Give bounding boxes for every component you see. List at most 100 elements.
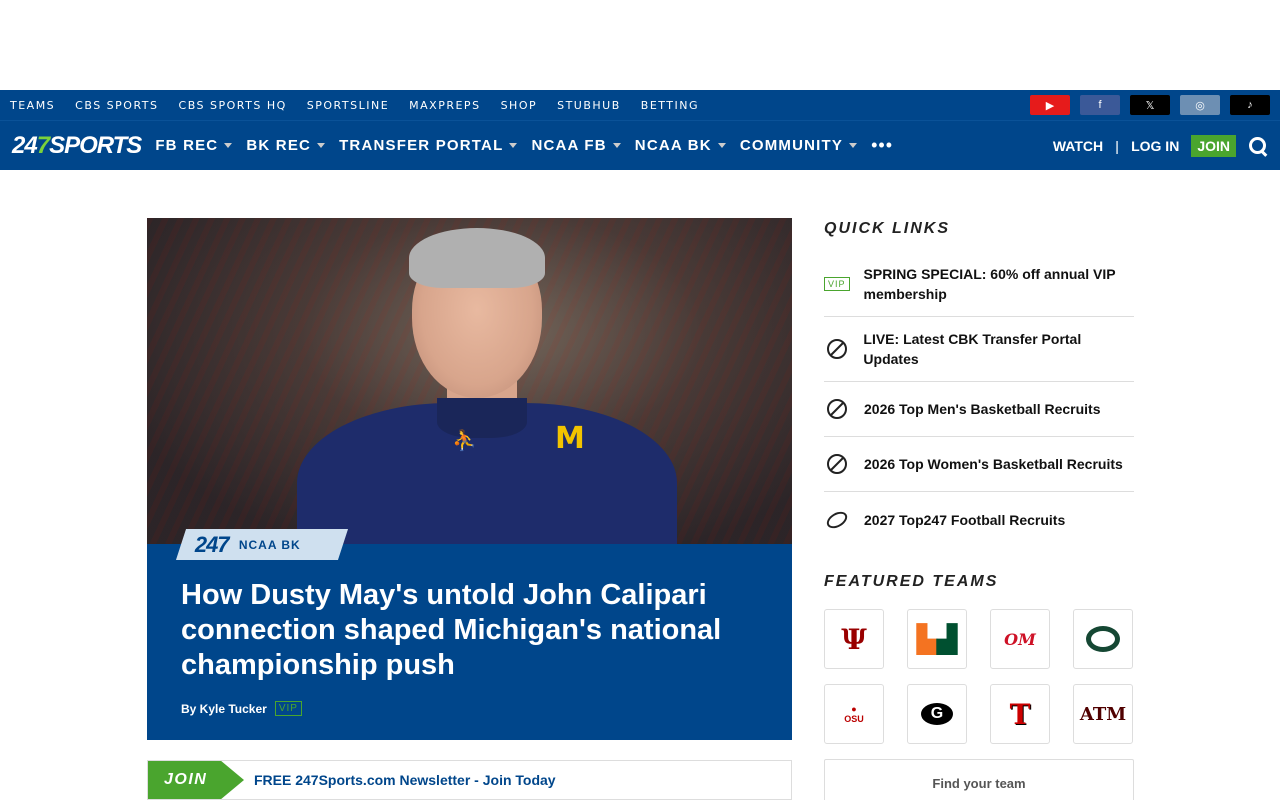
team-ohio-state[interactable]: ● OSU: [824, 684, 884, 744]
hair-shape: [409, 228, 545, 288]
network-link-sportsline[interactable]: SPORTSLINE: [307, 99, 389, 112]
featured-teams-title: FEATURED TEAMS: [824, 573, 999, 590]
team-texas-tech[interactable]: T: [990, 684, 1050, 744]
chevron-down-icon: [717, 143, 726, 148]
network-link-cbs-sports[interactable]: CBS SPORTS: [75, 99, 158, 112]
nav-item-transfer-portal[interactable]: TRANSFER PORTAL: [339, 135, 518, 156]
team-georgia[interactable]: G: [907, 684, 967, 744]
quick-link-icon-cell: [824, 399, 850, 419]
team-ole-miss[interactable]: OM: [990, 609, 1050, 669]
ole-miss-logo: OM: [1004, 629, 1036, 649]
chevron-down-icon: [849, 143, 858, 148]
quick-link-icon-cell: VIP: [824, 277, 850, 291]
quick-link-item[interactable]: 2027 Top247 Football Recruits: [823, 492, 1134, 547]
georgia-logo: G: [921, 703, 953, 725]
quick-link-label: SPRING SPECIAL: 60% off annual VIP membe…: [863, 266, 1116, 302]
hero-article[interactable]: M ⛹ 247 NCAA BK How Dusty May's untold J…: [147, 218, 792, 800]
find-team-button[interactable]: Find your team: [824, 759, 1134, 800]
watch-link[interactable]: WATCH: [1053, 138, 1103, 154]
facebook-icon[interactable]: f: [1080, 95, 1120, 115]
hero-image[interactable]: M ⛹: [147, 218, 792, 544]
nav-label: TRANSFER PORTAL: [339, 137, 504, 154]
newsletter-text[interactable]: FREE 247Sports.com Newsletter - Join Tod…: [254, 772, 556, 788]
quick-link-item[interactable]: 2026 Top Women's Basketball Recruits: [824, 437, 1134, 492]
nav-item-bk-rec[interactable]: BK REC: [246, 135, 326, 156]
more-menu-icon[interactable]: •••: [871, 135, 893, 156]
quick-link-item[interactable]: 2026 Top Men's Basketball Recruits: [824, 382, 1134, 437]
ad-space: [0, 0, 1280, 90]
sidebar: QUICK LINKS VIP SPRING SPECIAL: 60% off …: [823, 218, 1134, 800]
site-logo[interactable]: 247SPORTS: [12, 131, 142, 160]
network-bar: TEAMS CBS SPORTS CBS SPORTS HQ SPORTSLIN…: [0, 90, 1280, 120]
network-link-betting[interactable]: BETTING: [641, 99, 699, 112]
page-content: M ⛹ 247 NCAA BK How Dusty May's untold J…: [0, 170, 1280, 800]
texas-am-logo: ATM: [1079, 703, 1127, 725]
nav-right: WATCH | LOG IN JOIN: [1053, 134, 1268, 157]
team-texas-am[interactable]: ATM: [1073, 684, 1133, 744]
chevron-down-icon: [612, 143, 621, 148]
quick-link-item[interactable]: VIP SPRING SPECIAL: 60% off annual VIP m…: [824, 252, 1134, 317]
quick-links-title: QUICK LINKS: [824, 220, 950, 237]
team-grid: Ψ ▙▟ OM ● OSU G T ATM: [824, 609, 1134, 744]
nav-item-ncaa-bk[interactable]: NCAA BK: [635, 135, 726, 156]
oregon-logo: [1086, 626, 1120, 652]
nav-separator: |: [1115, 137, 1120, 154]
logo-text-24: 24: [12, 131, 38, 159]
team-oregon[interactable]: [1073, 609, 1133, 669]
tiktok-icon[interactable]: ♪: [1230, 95, 1270, 115]
nav-label: BK REC: [246, 137, 312, 154]
join-button[interactable]: JOIN: [1191, 134, 1236, 157]
basketball-icon: [827, 454, 847, 474]
login-link[interactable]: LOG IN: [1131, 138, 1179, 154]
quick-link-label: 2026 Top Women's Basketball Recruits: [864, 456, 1123, 472]
team-indiana[interactable]: Ψ: [824, 609, 884, 669]
chevron-down-icon: [317, 143, 326, 148]
main-nav: 247SPORTS FB REC BK REC TRANSFER PORTAL …: [0, 120, 1280, 170]
collar-shape: [437, 398, 527, 438]
instagram-icon[interactable]: ◎: [1180, 95, 1220, 115]
quick-link-icon-cell: [823, 507, 851, 532]
quick-link-label: LIVE: Latest CBK Transfer Portal Updates: [863, 331, 1082, 367]
miami-logo: ▙▟: [917, 623, 957, 654]
hero-headline[interactable]: How Dusty May's untold John Calipari con…: [181, 578, 758, 683]
chevron-down-icon: [224, 143, 233, 148]
football-icon: [823, 507, 851, 532]
badge-category: NCAA BK: [238, 537, 301, 552]
vip-badge: VIP: [824, 277, 850, 291]
michigan-logo: M: [555, 421, 585, 456]
x-icon[interactable]: 𝕏: [1130, 95, 1170, 115]
nav-item-community[interactable]: COMMUNITY: [740, 135, 858, 156]
chevron-down-icon: [509, 143, 518, 148]
indiana-logo: Ψ: [841, 622, 867, 656]
nav-label: FB REC: [155, 137, 219, 154]
badge-logo: 247: [195, 531, 229, 557]
network-link-shop[interactable]: SHOP: [501, 99, 538, 112]
nav-label: NCAA BK: [634, 137, 712, 154]
jumpman-logo: ⛹: [452, 430, 477, 452]
hero-caption[interactable]: 247 NCAA BK How Dusty May's untold John …: [147, 529, 792, 740]
network-links: TEAMS CBS SPORTS CBS SPORTS HQ SPORTSLIN…: [10, 99, 699, 112]
network-link-maxpreps[interactable]: MAXPREPS: [409, 99, 480, 112]
youtube-icon[interactable]: ▶: [1030, 95, 1070, 115]
nav-item-ncaa-fb[interactable]: NCAA FB: [531, 135, 621, 156]
search-icon[interactable]: [1248, 136, 1268, 156]
transfer-icon: [826, 339, 847, 359]
nav-menu: FB REC BK REC TRANSFER PORTAL NCAA FB NC…: [155, 135, 1053, 156]
texas-tech-logo: T: [1009, 697, 1031, 731]
ohio-state-logo: ● OSU: [844, 704, 864, 724]
quick-link-icon-cell: [824, 339, 849, 359]
nav-item-fb-rec[interactable]: FB REC: [155, 135, 233, 156]
team-miami[interactable]: ▙▟: [907, 609, 967, 669]
newsletter-join[interactable]: JOIN: [148, 761, 244, 799]
newsletter-banner[interactable]: JOIN FREE 247Sports.com Newsletter - Joi…: [147, 760, 792, 800]
author-name[interactable]: By Kyle Tucker: [181, 702, 267, 716]
network-link-cbs-sports-hq[interactable]: CBS SPORTS HQ: [179, 99, 287, 112]
quick-link-item[interactable]: LIVE: Latest CBK Transfer Portal Updates: [824, 317, 1134, 382]
network-link-teams[interactable]: TEAMS: [10, 99, 55, 112]
logo-text-sports: SPORTS: [49, 131, 142, 159]
nav-label: NCAA FB: [531, 137, 607, 154]
category-badge[interactable]: 247 NCAA BK: [175, 529, 349, 560]
network-link-stubhub[interactable]: STUBHUB: [557, 99, 621, 112]
social-links: ▶ f 𝕏 ◎ ♪: [1030, 95, 1270, 115]
vip-badge: VIP: [274, 701, 302, 716]
